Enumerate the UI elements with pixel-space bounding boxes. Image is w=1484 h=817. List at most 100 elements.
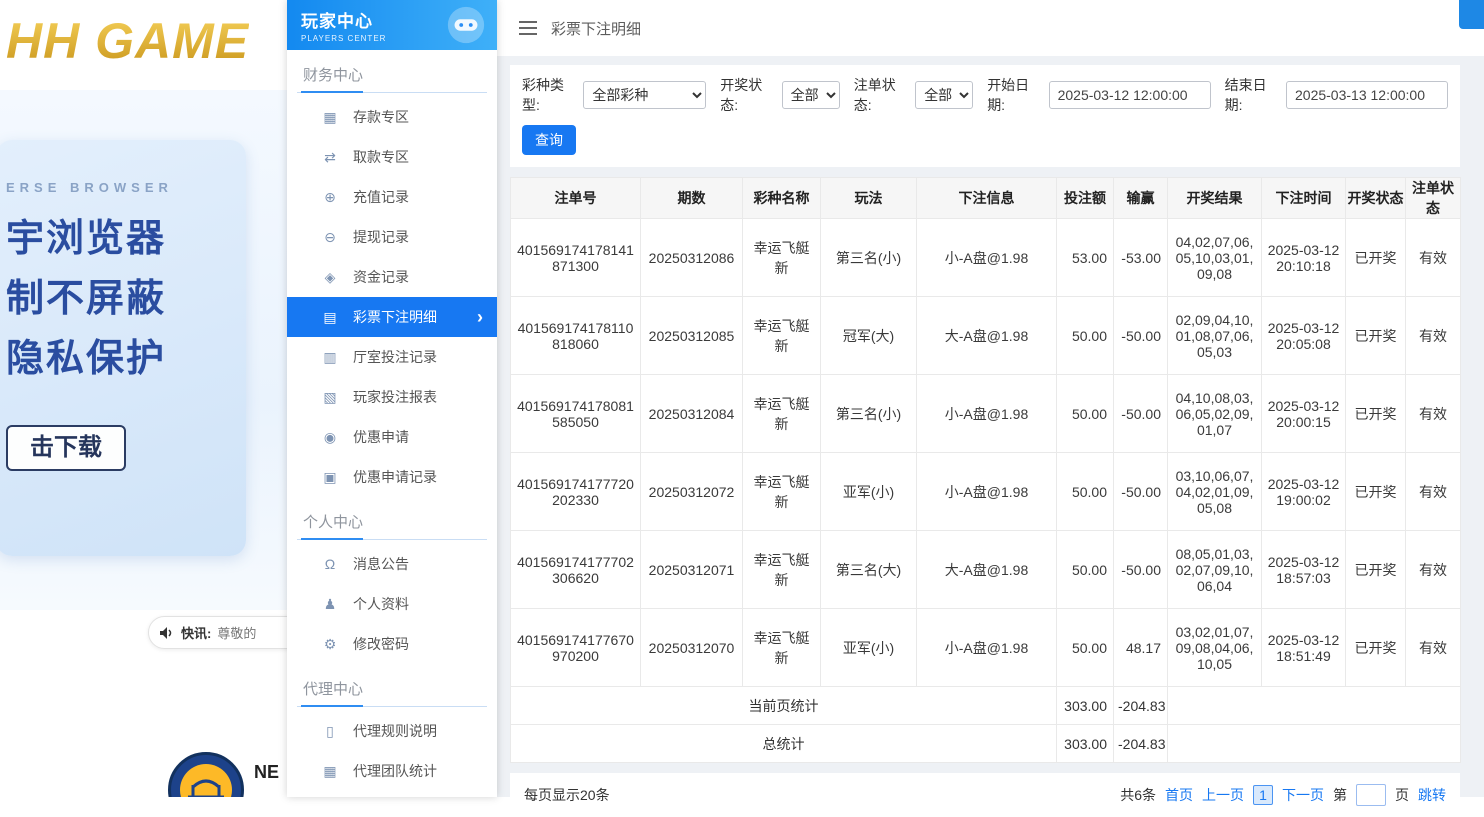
current-page-indicator[interactable]: 1 bbox=[1253, 785, 1273, 805]
withdraw-icon: ⇄ bbox=[321, 149, 339, 166]
sidebar-item-agent-rules[interactable]: ▯ 代理规则说明 bbox=[287, 711, 497, 751]
deposit-icon: ▦ bbox=[321, 109, 339, 126]
cell-lottery-name: 幸运飞艇新 bbox=[743, 219, 821, 297]
cell-order-status: 有效 bbox=[1406, 609, 1461, 687]
total-count-text: 共6条 bbox=[1120, 785, 1156, 805]
cell-order-status: 有效 bbox=[1406, 531, 1461, 609]
table-row: 401569174178141871300 20250312086 幸运飞艇新 … bbox=[511, 219, 1461, 297]
summary-empty bbox=[1168, 687, 1461, 725]
sidebar-item-withdrawal-records[interactable]: ⊖ 提现记录 bbox=[287, 217, 497, 257]
floating-service-tab[interactable] bbox=[1459, 0, 1484, 29]
cell-order-status: 有效 bbox=[1406, 375, 1461, 453]
cell-bet-info: 大-A盘@1.98 bbox=[917, 297, 1057, 375]
current-page-summary-row: 当前页统计 303.00 -204.83 bbox=[511, 687, 1461, 725]
draw-status-label: 开奖状态: bbox=[720, 75, 775, 115]
cell-order-no: 401569174177670970200 bbox=[511, 609, 641, 687]
ticker-label: 快讯: bbox=[181, 623, 211, 642]
cell-win-loss: -50.00 bbox=[1114, 375, 1168, 453]
team-name: NE bbox=[254, 762, 279, 783]
bridge-icon bbox=[186, 770, 226, 797]
item-label: 优惠申请记录 bbox=[353, 467, 437, 487]
cell-order-status: 有效 bbox=[1406, 297, 1461, 375]
sidebar-item-announcements[interactable]: Ω 消息公告 bbox=[287, 544, 497, 584]
sidebar-item-promo-apply-records[interactable]: ▣ 优惠申请记录 bbox=[287, 457, 497, 497]
promo-banner: ERSE BROWSER 宇浏览器 制不屏蔽 隐私保护 击下载 bbox=[0, 140, 246, 556]
bell-icon: Ω bbox=[321, 556, 339, 572]
cell-period: 20250312072 bbox=[641, 453, 743, 531]
sidebar-header: 玩家中心 PLAYERS CENTER bbox=[287, 0, 497, 50]
item-label: 彩票下注明细 bbox=[353, 307, 437, 327]
cell-bet-amount: 50.00 bbox=[1057, 297, 1114, 375]
col-order-status: 注单状态 bbox=[1406, 178, 1461, 219]
cell-lottery-name: 幸运飞艇新 bbox=[743, 375, 821, 453]
sidebar-item-funds-records[interactable]: ◈ 资金记录 bbox=[287, 257, 497, 297]
main-content: 彩票下注明细 彩种类型: 全部彩种 开奖状态: 全部 注单状态: 全部 开始日期… bbox=[497, 0, 1484, 797]
sidebar-item-hall-bet-records[interactable]: ▥ 厅室投注记录 bbox=[287, 337, 497, 377]
first-page-link[interactable]: 首页 bbox=[1165, 785, 1193, 805]
cell-order-no: 401569174177702306620 bbox=[511, 531, 641, 609]
item-label: 代理团队统计 bbox=[353, 761, 437, 781]
bet-table: 注单号 期数 彩种名称 玩法 下注信息 投注额 输赢 开奖结果 下注时间 开奖状… bbox=[510, 177, 1461, 763]
players-center-subtitle: PLAYERS CENTER bbox=[301, 34, 386, 43]
cell-draw-status: 已开奖 bbox=[1346, 375, 1406, 453]
summary-win-loss: -204.83 bbox=[1114, 725, 1168, 763]
section-personal: 个人中心 bbox=[297, 511, 487, 540]
page-title: 彩票下注明细 bbox=[551, 18, 641, 39]
team-logo bbox=[168, 752, 244, 797]
lottery-type-select[interactable]: 全部彩种 bbox=[583, 81, 706, 109]
col-order-no: 注单号 bbox=[511, 178, 641, 219]
sidebar-item-promo-apply[interactable]: ◉ 优惠申请 bbox=[287, 417, 497, 457]
sidebar-item-withdraw-zone[interactable]: ⇄ 取款专区 bbox=[287, 137, 497, 177]
cell-play: 第三名(小) bbox=[821, 375, 917, 453]
table-row: 401569174178110818060 20250312085 幸运飞艇新 … bbox=[511, 297, 1461, 375]
cell-win-loss: 48.17 bbox=[1114, 609, 1168, 687]
cell-bet-time: 2025-03-12 20:10:18 bbox=[1262, 219, 1346, 297]
prev-page-link[interactable]: 上一页 bbox=[1202, 785, 1244, 805]
user-icon: ♟ bbox=[321, 596, 339, 613]
sidebar-item-lottery-bet-details[interactable]: ▤ 彩票下注明细 › bbox=[287, 297, 497, 337]
next-page-link[interactable]: 下一页 bbox=[1282, 785, 1324, 805]
cell-lottery-name: 幸运飞艇新 bbox=[743, 297, 821, 375]
menu-toggle-icon[interactable] bbox=[519, 21, 537, 35]
cell-draw-status: 已开奖 bbox=[1346, 609, 1406, 687]
cell-draw-result: 02,09,04,10,01,08,07,06,05,03 bbox=[1168, 297, 1262, 375]
promo-line-3: 隐私保护 bbox=[6, 329, 246, 389]
start-date-input[interactable] bbox=[1049, 81, 1211, 109]
cell-order-no: 401569174177720202330 bbox=[511, 453, 641, 531]
page-jump-input[interactable] bbox=[1356, 784, 1386, 806]
summary-label: 总统计 bbox=[511, 725, 1057, 763]
cell-draw-status: 已开奖 bbox=[1346, 297, 1406, 375]
cell-period: 20250312070 bbox=[641, 609, 743, 687]
jump-button[interactable]: 跳转 bbox=[1418, 785, 1446, 805]
promo-line-2: 制不屏蔽 bbox=[6, 269, 246, 329]
summary-win-loss: -204.83 bbox=[1114, 687, 1168, 725]
promo-record-icon: ▣ bbox=[321, 469, 339, 486]
sidebar-item-change-password[interactable]: ⚙ 修改密码 bbox=[287, 624, 497, 664]
item-label: 厅室投注记录 bbox=[353, 347, 437, 367]
query-button[interactable]: 查询 bbox=[522, 125, 576, 155]
pagination-bar: 每页显示20条 共6条 首页 上一页 1 下一页 第 页 跳转 bbox=[510, 773, 1460, 817]
speaker-icon bbox=[159, 626, 175, 640]
download-button[interactable]: 击下载 bbox=[6, 425, 126, 471]
news-ticker: 快讯: 尊敬的 bbox=[148, 616, 287, 649]
draw-status-select[interactable]: 全部 bbox=[782, 81, 840, 109]
table-row: 401569174177670970200 20250312070 幸运飞艇新 … bbox=[511, 609, 1461, 687]
gamepad-icon bbox=[445, 4, 487, 46]
cell-play: 冠军(大) bbox=[821, 297, 917, 375]
item-label: 消息公告 bbox=[353, 554, 409, 574]
end-date-input[interactable] bbox=[1286, 81, 1448, 109]
sidebar-item-player-bet-report[interactable]: ▧ 玩家投注报表 bbox=[287, 377, 497, 417]
order-status-select[interactable]: 全部 bbox=[915, 81, 973, 109]
cell-bet-time: 2025-03-12 19:00:02 bbox=[1262, 453, 1346, 531]
sidebar-item-agent-team-stats[interactable]: ▦ 代理团队统计 bbox=[287, 751, 497, 791]
cell-order-status: 有效 bbox=[1406, 453, 1461, 531]
cell-bet-info: 小-A盘@1.98 bbox=[917, 219, 1057, 297]
table-row: 401569174177720202330 20250312072 幸运飞艇新 … bbox=[511, 453, 1461, 531]
sidebar-item-profile[interactable]: ♟ 个人资料 bbox=[287, 584, 497, 624]
cell-order-no: 401569174178110818060 bbox=[511, 297, 641, 375]
topbar: 彩票下注明细 bbox=[497, 0, 1484, 56]
sidebar-item-deposit-zone[interactable]: ▦ 存款专区 bbox=[287, 97, 497, 137]
sidebar-item-recharge-records[interactable]: ⊕ 充值记录 bbox=[287, 177, 497, 217]
report-icon: ▧ bbox=[321, 389, 339, 406]
col-bet-amount: 投注额 bbox=[1057, 178, 1114, 219]
